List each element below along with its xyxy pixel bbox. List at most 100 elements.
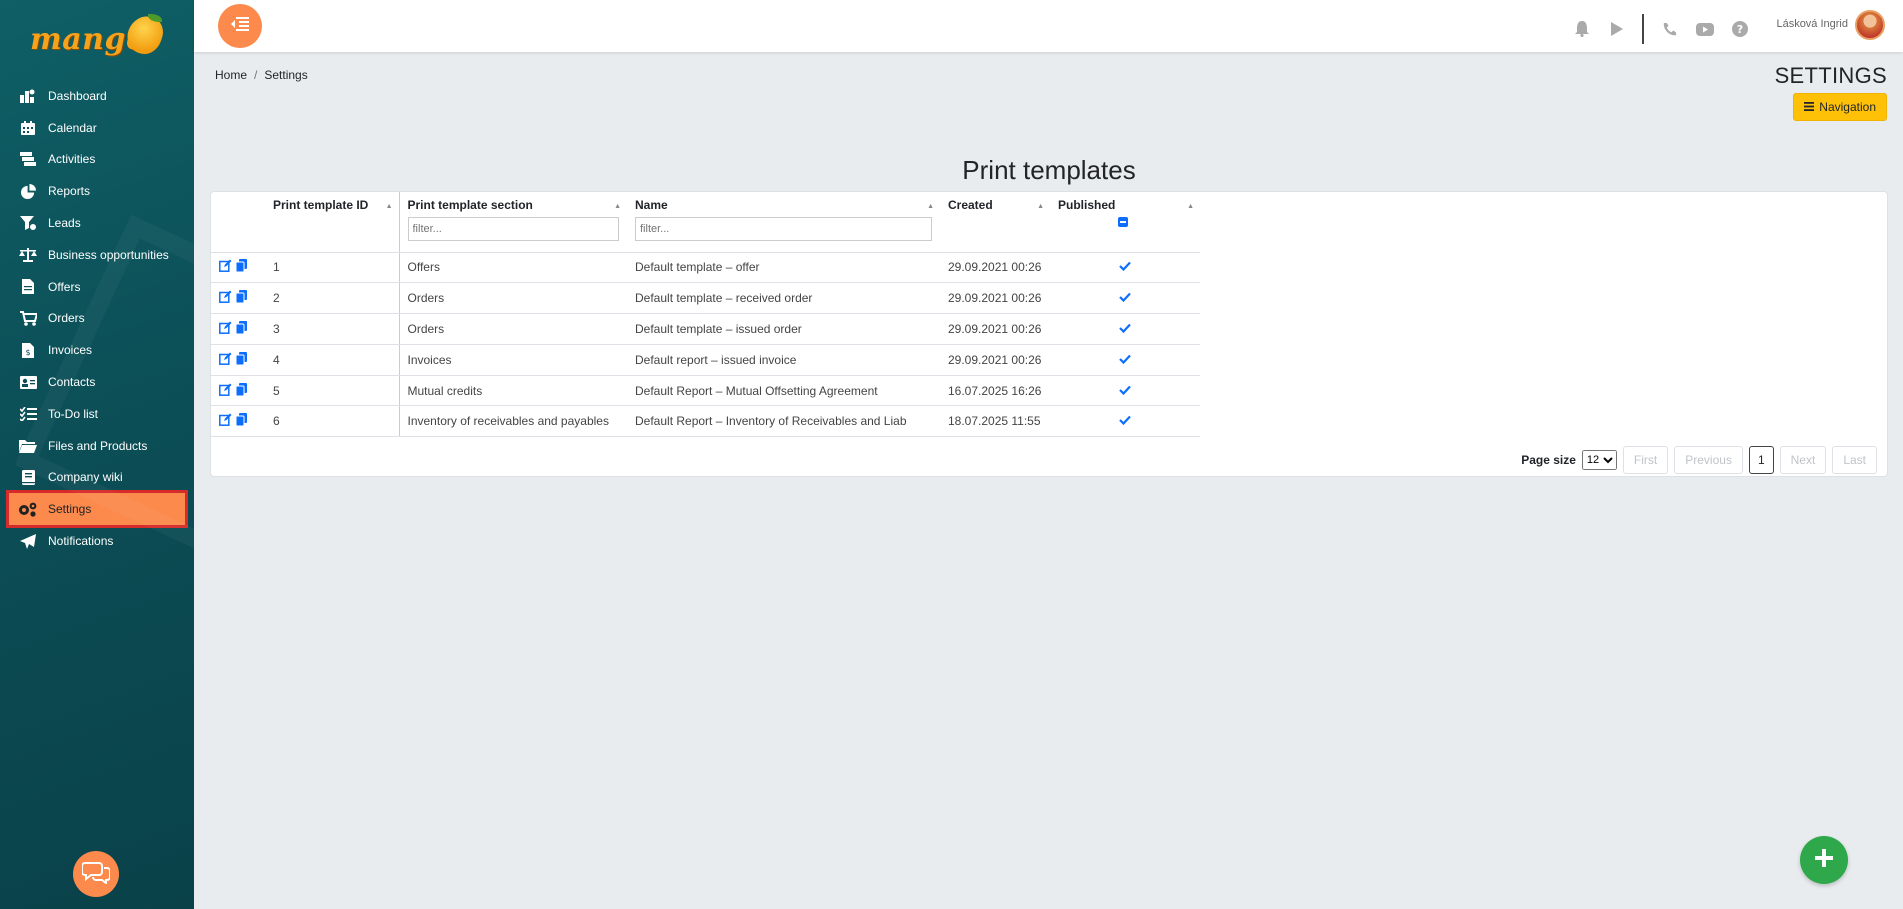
print-templates-table: Print template ID ▲ Print template secti…: [211, 192, 1200, 438]
sidebar-item-settings[interactable]: Settings: [6, 490, 188, 529]
cell-created: 16.07.2025 16:26: [940, 375, 1050, 407]
row-actions: [211, 375, 265, 407]
cell-id: 6: [265, 405, 399, 438]
activities-icon: [18, 151, 38, 167]
menu-toggle-button[interactable]: [218, 4, 262, 48]
youtube-icon[interactable]: [1687, 18, 1722, 40]
first-page-button[interactable]: First: [1622, 446, 1669, 474]
table-row[interactable]: 4 Invoices Default report – issued invoi…: [211, 344, 1200, 376]
copy-icon[interactable]: [235, 351, 247, 368]
sidebar-item-calendar[interactable]: Calendar: [0, 112, 194, 144]
copy-icon[interactable]: [235, 382, 247, 399]
phone-icon[interactable]: [1652, 18, 1687, 40]
chat-button[interactable]: [73, 851, 119, 897]
copy-icon[interactable]: [235, 413, 247, 429]
sidebar-item-files-and-products[interactable]: Files and Products: [0, 430, 194, 462]
table-row[interactable]: 5 Mutual credits Default Report – Mutual…: [211, 375, 1200, 407]
sidebar-item-invoices[interactable]: $ Invoices: [0, 334, 194, 366]
edit-icon[interactable]: [219, 383, 232, 399]
bell-icon[interactable]: [1564, 18, 1599, 40]
name-filter-input[interactable]: [635, 217, 932, 241]
cell-section: Offers: [398, 252, 627, 284]
sidebar-item-todo-list[interactable]: To-Do list: [0, 398, 194, 430]
sidebar-item-orders[interactable]: Orders: [0, 303, 194, 335]
sidebar-item-label: To-Do list: [48, 406, 99, 421]
current-page-button[interactable]: 1: [1748, 446, 1774, 474]
last-page-button[interactable]: Last: [1832, 446, 1877, 474]
table-row[interactable]: 3 Orders Default template – issued order…: [211, 313, 1200, 345]
book-icon: [18, 469, 38, 485]
next-page-button[interactable]: Next: [1779, 446, 1827, 474]
cell-section: Invoices: [398, 344, 627, 376]
cell-id: 5: [265, 375, 399, 407]
check-icon: [1119, 322, 1131, 336]
column-header-created[interactable]: Created ▲: [940, 192, 1050, 253]
cell-section: Orders: [398, 313, 627, 345]
table-row[interactable]: 1 Offers Default template – offer 29.09.…: [211, 252, 1200, 284]
row-actions: [211, 344, 265, 376]
section-filter-input[interactable]: [407, 217, 619, 241]
breadcrumb-separator: /: [254, 68, 258, 82]
sidebar-item-activities[interactable]: Activities: [0, 144, 194, 176]
cell-published: [1050, 313, 1200, 345]
sidebar-item-dashboard[interactable]: Dashboard: [0, 80, 194, 112]
edit-icon[interactable]: [219, 352, 232, 368]
sort-icon[interactable]: ▲: [1187, 203, 1194, 210]
edit-icon[interactable]: [219, 321, 232, 337]
cell-name: Default template – issued order: [627, 313, 940, 345]
sidebar-item-label: Activities: [48, 152, 96, 167]
column-header-published[interactable]: Published ▲: [1050, 192, 1200, 253]
sidebar-item-label: Orders: [48, 311, 85, 326]
table-row[interactable]: 2 Orders Default template – received ord…: [211, 282, 1200, 315]
sidebar-item-business-opportunities[interactable]: Business opportunities: [0, 239, 194, 271]
edit-icon[interactable]: [219, 290, 232, 306]
navigation-button[interactable]: Navigation: [1793, 93, 1887, 121]
plus-icon: [1815, 848, 1833, 872]
sidebar-item-label: Offers: [48, 279, 81, 294]
top-bar: ? Lásková Ingrid: [194, 0, 1903, 52]
sidebar-item-leads[interactable]: Leads: [0, 207, 194, 239]
collapse-menu-icon: [231, 16, 249, 36]
sort-icon[interactable]: ▲: [614, 203, 621, 210]
published-filter-checkbox[interactable]: [1118, 217, 1128, 227]
column-header-name[interactable]: Name ▲: [627, 192, 940, 253]
help-icon[interactable]: ?: [1722, 18, 1757, 40]
folder-icon: [18, 438, 38, 454]
actions-header: [211, 192, 265, 253]
copy-icon[interactable]: [235, 320, 247, 337]
sidebar-item-company-wiki[interactable]: Company wiki: [0, 462, 194, 494]
column-header-section[interactable]: Print template section ▲: [398, 192, 627, 253]
copy-icon[interactable]: [235, 290, 247, 306]
table-row[interactable]: 6 Inventory of receivables and payables …: [211, 405, 1200, 438]
edit-icon[interactable]: [219, 413, 232, 429]
copy-icon[interactable]: [235, 259, 247, 275]
play-icon[interactable]: [1599, 18, 1634, 40]
sidebar-item-label: Settings: [48, 502, 92, 517]
cell-published: [1050, 282, 1200, 315]
breadcrumb-current: Settings: [264, 68, 308, 82]
sort-icon[interactable]: ▲: [386, 203, 393, 210]
page-size-select[interactable]: 12: [1581, 450, 1617, 470]
svg-text:$: $: [25, 348, 30, 357]
calendar-icon: [18, 120, 38, 136]
mango-logo[interactable]: mango: [30, 11, 170, 64]
sidebar-item-label: Leads: [48, 216, 81, 231]
previous-page-button[interactable]: Previous: [1674, 446, 1743, 474]
section-title: Print templates: [962, 155, 1136, 185]
sidebar-item-notifications[interactable]: Notifications: [0, 525, 194, 557]
sidebar-item-reports[interactable]: Reports: [0, 175, 194, 207]
cell-name: Default Report – Mutual Offsetting Agree…: [627, 375, 940, 407]
cell-id: 4: [265, 344, 399, 376]
check-icon: [1119, 414, 1131, 428]
edit-icon[interactable]: [219, 259, 232, 275]
column-header-id[interactable]: Print template ID ▲: [265, 192, 399, 253]
user-name[interactable]: Lásková Ingrid: [1776, 18, 1848, 30]
avatar[interactable]: [1855, 10, 1885, 40]
breadcrumb-home[interactable]: Home: [215, 68, 247, 82]
sort-icon[interactable]: ▲: [1037, 203, 1044, 210]
sidebar-item-contacts[interactable]: Contacts: [0, 366, 194, 398]
sidebar-item-offers[interactable]: Offers: [0, 271, 194, 303]
cell-created: 29.09.2021 00:26: [940, 282, 1050, 315]
add-button[interactable]: [1800, 836, 1848, 884]
sort-icon[interactable]: ▲: [927, 203, 934, 210]
